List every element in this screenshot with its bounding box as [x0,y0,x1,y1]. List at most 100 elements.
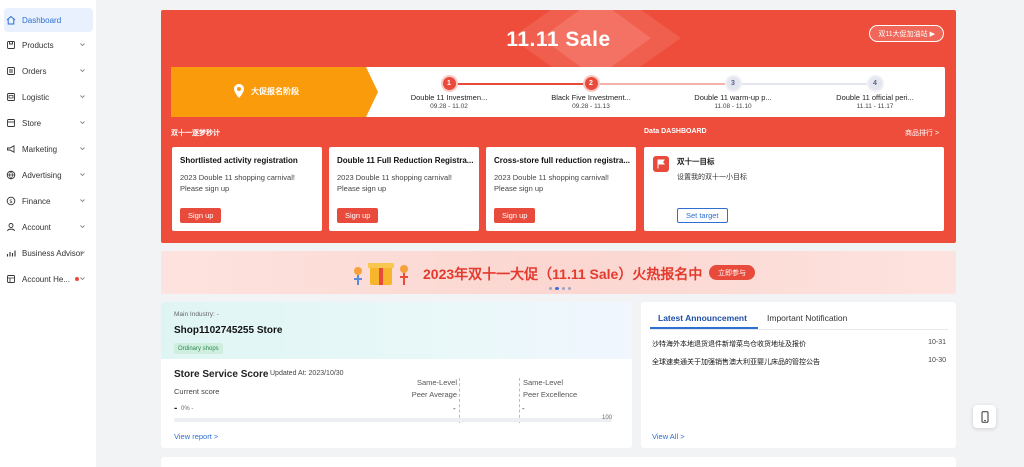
view-all-link[interactable]: View All > [652,432,685,441]
sidebar-item-logistic[interactable]: Logistic [4,86,92,108]
sidebar-item-store[interactable]: Store [4,112,92,134]
products-icon [6,40,16,50]
score-max: 100 [602,415,613,421]
stage-name: Double 11 Investmen... [410,93,488,102]
campaign-card: Double 11 Full Reduction Registra... 202… [329,147,479,231]
product-ranking-link[interactable]: 商品排行 > [905,128,939,138]
section-label-campaign: 双十一逐梦秒计 [171,130,220,137]
stage-date: 11.08 - 11.10 [714,103,752,110]
sign-up-button[interactable]: Sign up [180,208,222,223]
sidebar-item-marketing[interactable]: Marketing [4,138,92,160]
stage-date: 11.11 - 11.17 [856,103,894,110]
stage-current-registration[interactable]: 大促报名阶段 [171,67,378,117]
sidebar-item-label: Marketing [22,144,58,154]
stage-first-label: 大促报名阶段 [251,87,299,96]
stage-number: 2 [584,77,598,90]
join-now-button[interactable]: 立即参与 [709,265,755,280]
sidebar-item-account[interactable]: Account [4,216,92,238]
sidebar-item-products[interactable]: Products [4,34,92,56]
flag-icon [653,156,669,172]
announcement-row[interactable]: 沙特海外本地退货退件新增菜鸟仓收货地址及报价 10-31 [652,339,946,349]
promo-banner[interactable]: 2023年双十一大促（11.11 Sale）火热报名中 立即参与 [161,251,956,294]
stage-number: 1 [442,77,456,90]
stage-name: Double 11 warm-up p... [694,93,772,102]
sidebar-item-account-health[interactable]: Account He... [4,268,92,290]
peer-excellence-label: Same-Level Peer Excellence [523,378,578,399]
target-subtitle: 设置我的双十一小目标 [677,174,747,181]
stage-item[interactable]: 1 Double 11 Investmen... 09.28 - 11.02 [389,77,509,110]
sidebar-item-orders[interactable]: Orders [4,60,92,82]
stage-item[interactable]: 3 Double 11 warm-up p... 11.08 - 11.10 [673,77,793,110]
announcement-date: 10-30 [928,357,946,364]
store-panel: Main Industry: - Shop1102745255 Store Or… [161,302,632,448]
peer-average-line [459,378,460,423]
carousel-dot[interactable] [562,287,565,290]
sidebar-item-label: Business Advisor [22,248,83,258]
promo-station-link[interactable]: 双11大促加油站 ▶ [869,25,944,42]
sign-up-button[interactable]: Sign up [494,208,536,223]
stage-number: 4 [868,77,882,90]
carousel-dot[interactable] [549,287,552,290]
zero-percent-label: 0% - [181,406,194,412]
chevron-down-icon [79,41,86,48]
logistic-icon [6,92,16,102]
finance-icon: $ [6,196,16,206]
sign-up-button[interactable]: Sign up [337,208,379,223]
sidebar-item-label: Dashboard [22,15,62,25]
chevron-down-icon [79,197,86,204]
mobile-icon [981,410,988,423]
advertising-icon [6,170,16,180]
peer-excellence-line [519,378,520,423]
tab-divider [650,329,948,330]
svg-text:$: $ [9,199,13,205]
peer-excellence-value: - [522,404,525,413]
service-score-title: Store Service Score [174,369,269,380]
set-target-button[interactable]: Set target [677,208,728,223]
chevron-down-icon [79,275,86,282]
view-report-link[interactable]: View report > [174,432,218,441]
stage-item[interactable]: 2 Black Five Investment... 09.28 - 11.13 [531,77,651,110]
sale-hero-panel: 11.11 Sale 双11大促加油站 ▶ 大促报名阶段 1 Double 11… [161,10,956,243]
chevron-down-icon [79,145,86,152]
mobile-preview-button[interactable] [973,405,996,428]
sidebar-item-label: Account He... [22,274,71,284]
sidebar-item-label: Store [22,118,42,128]
carousel-dot-active[interactable] [555,287,559,290]
stage-date: 09.28 - 11.13 [572,103,610,110]
card-title: Double 11 Full Reduction Registra... [337,156,474,165]
campaign-card: Cross-store full reduction registra... 2… [486,147,636,231]
announcement-text[interactable]: 全球速卖通关于加强销售澳大利亚婴儿床品的管控公告 [652,357,820,367]
banner-headline: 2023年双十一大促（11.11 Sale）火热报名中 [423,266,703,282]
stage-name: Double 11 official peri... [836,93,914,102]
chevron-down-icon [79,171,86,178]
announcement-row[interactable]: 全球速卖通关于加强销售澳大利亚婴儿床品的管控公告 10-30 [652,357,946,367]
sidebar-item-finance[interactable]: $ Finance [4,190,92,212]
hero-title: 11.11 Sale [506,28,611,51]
sidebar-item-label: Finance [22,196,51,206]
carousel-dots[interactable] [549,287,571,290]
tab-latest-announcement[interactable]: Latest Announcement [658,313,747,323]
carousel-dot[interactable] [568,287,571,290]
sidebar-item-advertising[interactable]: Advertising [4,164,92,186]
stage-number: 3 [726,77,740,90]
orders-icon [6,66,16,76]
sidebar-item-business-advisor[interactable]: Business Advisor [4,242,92,264]
section-label-dashboard: Data DASHBOARD [644,128,707,135]
chevron-down-icon [79,119,86,126]
main-industry: Main Industry: - [174,311,219,318]
home-icon [6,15,16,25]
stage-progress: 大促报名阶段 1 Double 11 Investmen... 09.28 - … [171,67,945,117]
tab-important-notification[interactable]: Important Notification [767,313,847,323]
sidebar-item-label: Products [22,40,54,50]
store-icon [6,118,16,128]
sidebar-item-label: Advertising [22,170,62,180]
announcement-date: 10-31 [928,339,946,346]
card-description: 2023 Double 11 shopping carnival! Please … [180,173,295,193]
score-bar [174,418,612,422]
sidebar-item-label: Logistic [22,92,50,102]
announcement-text[interactable]: 沙特海外本地退货退件新增菜鸟仓收货地址及报价 [652,339,806,349]
sidebar-item-dashboard[interactable]: Dashboard [4,8,93,32]
campaign-card: Shortlisted activity registration 2023 D… [172,147,322,231]
stage-item[interactable]: 4 Double 11 official peri... 11.11 - 11.… [815,77,935,110]
current-score-label: Current score [174,387,220,396]
